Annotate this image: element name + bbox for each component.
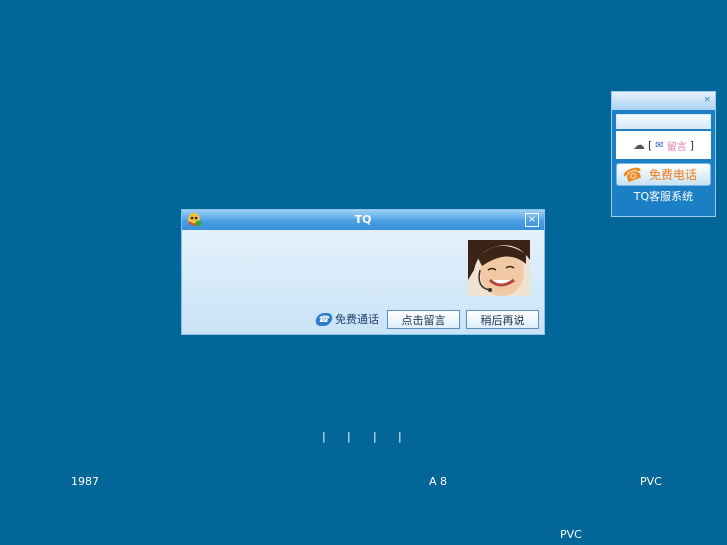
bracket-close: ] — [689, 138, 694, 152]
side-widget-header: × — [612, 92, 715, 110]
material-text: PVC — [640, 475, 662, 488]
tq-side-widget: × ☁ [ ✉ 留言 ] ☎ 免费电话 TQ客服系统 — [611, 91, 716, 217]
free-phone-button[interactable]: ☎ 免费电话 — [616, 162, 711, 187]
separator: | — [322, 430, 326, 443]
side-widget-blank-bar — [616, 114, 711, 129]
separator: | — [373, 430, 377, 443]
dialog-title: TQ — [354, 213, 372, 226]
free-call-link[interactable]: ☎ 免费通话 — [314, 311, 379, 327]
tq-system-label[interactable]: TQ客服系统 — [616, 188, 711, 204]
year-text: 1987 — [71, 475, 99, 488]
separator: | — [398, 430, 402, 443]
free-call-label: 免费通话 — [335, 313, 379, 326]
later-button[interactable]: 稍后再说 — [466, 310, 539, 329]
side-widget-body: ☁ [ ✉ 留言 ] ☎ 免费电话 TQ客服系统 — [612, 110, 715, 204]
mail-icon: ✉ — [655, 139, 664, 151]
page: × ☁ [ ✉ 留言 ] ☎ 免费电话 TQ客服系统 TQ × ☎ 免费通话 点… — [0, 0, 727, 545]
bracket-open: [ — [648, 138, 653, 152]
tq-dialog: TQ × ☎ 免费通话 点击留言 稍后再说 — [181, 209, 545, 335]
side-widget-close-icon[interactable]: × — [703, 94, 711, 106]
leave-message-button[interactable]: 点击留言 — [387, 310, 460, 329]
free-phone-label: 免费电话 — [648, 168, 697, 182]
side-widget-message-link[interactable]: ☁ [ ✉ 留言 ] — [616, 131, 711, 159]
message-label: 留言 — [666, 141, 687, 153]
agent-avatar — [468, 240, 530, 296]
free-call-icon: ☎ — [314, 312, 334, 326]
separator: | — [347, 430, 351, 443]
phone-icon: ☎ — [620, 162, 646, 187]
dialog-close-icon[interactable]: × — [525, 213, 539, 227]
chat-icon: ☁ — [633, 138, 645, 152]
dialog-titlebar: TQ × — [182, 210, 544, 230]
code-text: A 8 — [429, 475, 448, 488]
material-text-bottom: PVC — [560, 528, 582, 541]
